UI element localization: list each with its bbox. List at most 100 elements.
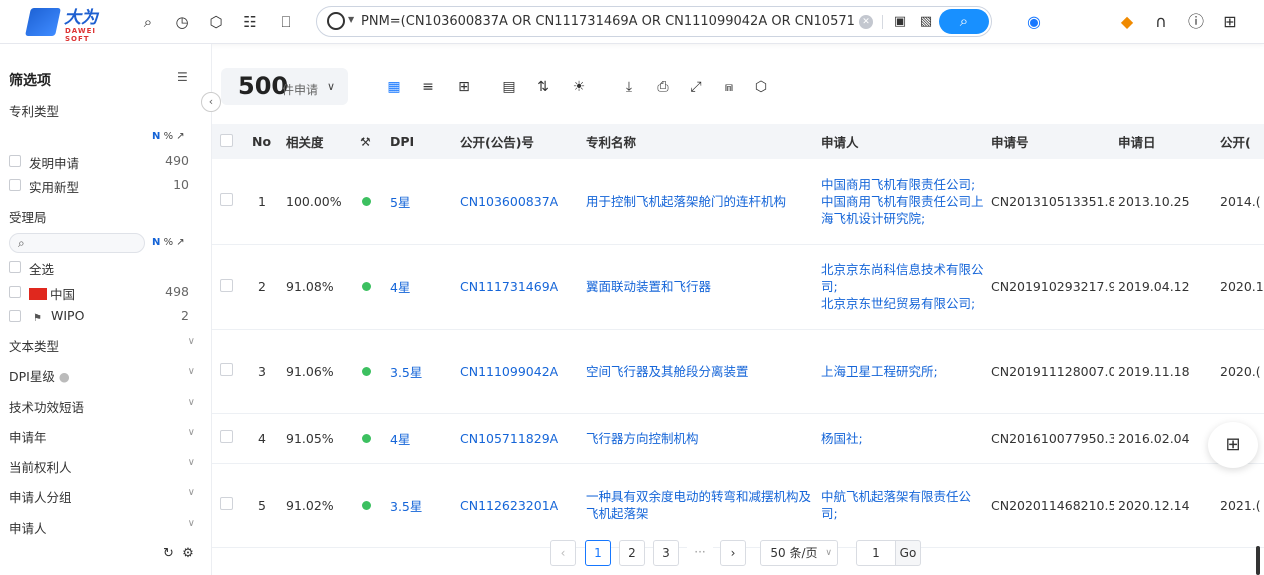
next-page-button[interactable]: › [720,540,746,566]
chevron-down-icon[interactable]: ▼ [348,15,354,24]
page-size-select[interactable]: 50 条/页 ∨ [760,540,838,566]
filter-option[interactable]: 中国 498 [9,282,195,302]
column-header-title[interactable]: 专利名称 [582,124,817,159]
download-icon[interactable]: ⤓ [619,77,639,97]
stat-toggle[interactable]: N % ↗ [152,237,185,248]
page-ellipsis[interactable]: ··· [687,540,713,566]
table-row[interactable]: 4 91.05% 4星 CN105711829A 飞行器方向控制机构 杨国社; … [212,413,1264,464]
filter-dropdown[interactable]: 申请年 ∨ [9,427,195,447]
column-header-app-no[interactable]: 申请号 [987,124,1114,159]
office-search-input[interactable]: ⌕ [9,233,145,253]
apps-grid-icon[interactable]: ⊞ [1219,11,1241,33]
jump-page-input[interactable]: 1 [856,540,896,566]
pub-number-link[interactable]: CN103600837A [456,159,582,245]
patent-title-link[interactable]: 翼面联动装置和飞行器 [582,244,817,330]
pub-number-link[interactable]: CN111099042A [456,329,582,414]
filter-dropdown[interactable]: DPI星级 ● ∨ [9,366,195,386]
column-header-relevance[interactable]: 相关度 [282,124,356,159]
pub-number-link[interactable]: CN111731469A [456,244,582,330]
filter-dropdown[interactable]: 申请人 ∨ [9,518,195,538]
filter-select-all[interactable]: 全选 [9,257,195,277]
row-checkbox[interactable] [220,363,233,376]
scrollbar[interactable] [1256,546,1260,575]
row-checkbox[interactable] [220,430,233,443]
pub-number-link[interactable]: CN105711829A [456,413,582,464]
image-search-icon[interactable]: ▧ [917,13,935,31]
row-checkbox[interactable] [220,278,233,292]
go-button[interactable]: Go [895,540,921,566]
stat-toggle[interactable]: N % ↗ [152,131,185,142]
checkbox[interactable] [9,310,21,322]
chart-icon[interactable]: ☷ [240,12,260,32]
search-button[interactable]: ⌕ [939,9,989,34]
dpi-rating[interactable]: 4星 [386,244,456,330]
checkbox[interactable] [9,179,21,191]
column-header-applicant[interactable]: 申请人 [817,124,987,159]
patent-title-link[interactable]: 空间飞行器及其舱段分离装置 [582,329,817,414]
vip-diamond-icon[interactable]: ◆ [1116,11,1138,33]
filter-dropdown[interactable]: 技术功效短语 ∨ [9,397,195,417]
prev-page-button[interactable]: ‹ [550,540,576,566]
dpi-rating[interactable]: 5星 [386,159,456,245]
help-icon[interactable]: ⓘ [1185,11,1207,33]
applicant-link[interactable]: 中航飞机起落架有限责任公司; [817,463,987,548]
refresh-icon[interactable]: ↻ [163,546,174,561]
result-count[interactable]: 500 件申请 ∨ [221,68,348,105]
page-2-button[interactable]: 2 [619,540,645,566]
filter-dropdown[interactable]: 申请人分组 ∨ [9,487,195,507]
dpi-rating[interactable]: 3.5星 [386,463,456,548]
settings-gear-icon[interactable]: ⚙ [182,546,194,561]
list-view-icon[interactable]: ≡ [418,77,438,97]
page-1-button[interactable]: 1 [585,540,611,566]
clear-icon[interactable]: ✕ [859,15,873,29]
patent-title-link[interactable]: 用于控制飞机起落架舱门的连杆机构 [582,159,817,245]
select-all-checkbox[interactable] [212,124,248,159]
robot-icon[interactable]: ⎕ [276,12,296,32]
grid-view-icon[interactable]: ⊞ [454,77,474,97]
save-icon[interactable]: ▣ [891,13,909,31]
collapse-sidebar-button[interactable]: ‹ [201,92,221,112]
user-icon[interactable]: ◉ [1023,11,1045,33]
globe-icon[interactable] [327,12,345,30]
row-checkbox[interactable] [220,193,233,207]
checkbox[interactable] [9,286,21,298]
table-row[interactable]: 2 91.08% 4星 CN111731469A 翼面联动装置和飞行器 北京京东… [212,244,1264,330]
analysis-chart-icon[interactable]: ⩎ [719,77,739,97]
checkbox[interactable] [9,261,21,273]
applicant-link[interactable]: 北京京东尚科信息技术有限公司; 北京京东世纪贸易有限公司; [817,244,987,330]
dpi-rating[interactable]: 3.5星 [386,329,456,414]
table-view-icon[interactable]: ▦ [384,77,404,97]
column-header-pub-date[interactable]: 公开( [1216,124,1264,159]
search-settings-icon[interactable]: ⌕ [138,12,158,32]
applicant-link[interactable]: 杨国社; [817,413,987,464]
page-3-button[interactable]: 3 [653,540,679,566]
sort-icon[interactable]: ⇅ [533,77,553,97]
brand-logo[interactable]: 大为 DAWEI SOFT [25,8,112,43]
column-header-app-date[interactable]: 申请日 [1114,124,1216,159]
expand-icon[interactable]: ⤢ [686,77,706,97]
image-view-icon[interactable]: ▤ [499,77,519,97]
cube-icon[interactable]: ⬡ [206,12,226,32]
filter-option[interactable]: 实用新型 10 [9,175,195,195]
table-row[interactable]: 1 100.00% 5星 CN103600837A 用于控制飞机起落架舱门的连杆… [212,159,1264,245]
search-input[interactable]: PNM=(CN103600837A OR CN111731469A OR CN1… [361,13,855,31]
table-row[interactable]: 5 91.02% 3.5星 CN112623201A 一种具有双余度电动的转弯和… [212,463,1264,548]
gavel-icon[interactable]: ⚒ [356,124,386,159]
report-icon[interactable]: ⎙ [653,77,673,97]
filter-dropdown[interactable]: 当前权利人 ∨ [9,457,195,477]
row-checkbox[interactable] [220,497,233,510]
checkbox[interactable] [9,155,21,167]
column-header-pub-no[interactable]: 公开(公告)号 [456,124,582,159]
column-header-no[interactable]: No [248,124,282,159]
column-header-dpi[interactable]: DPI [386,124,456,159]
filter-option[interactable]: ⚑ WIPO 2 [9,306,195,326]
applicant-link[interactable]: 中国商用飞机有限责任公司; 中国商用飞机有限责任公司上海飞机设计研究院; [817,159,987,245]
floating-apps-button[interactable]: ⊞ [1208,422,1258,468]
patent-title-link[interactable]: 飞行器方向控制机构 [582,413,817,464]
filter-option[interactable]: 发明申请 490 [9,151,195,171]
3d-box-icon[interactable]: ⬡ [751,77,771,97]
dpi-rating[interactable]: 4星 [386,413,456,464]
patent-title-link[interactable]: 一种具有双余度电动的转弯和减摆机构及飞机起落架 [582,463,817,548]
pub-number-link[interactable]: CN112623201A [456,463,582,548]
lightbulb-icon[interactable]: ☀ [569,77,589,97]
